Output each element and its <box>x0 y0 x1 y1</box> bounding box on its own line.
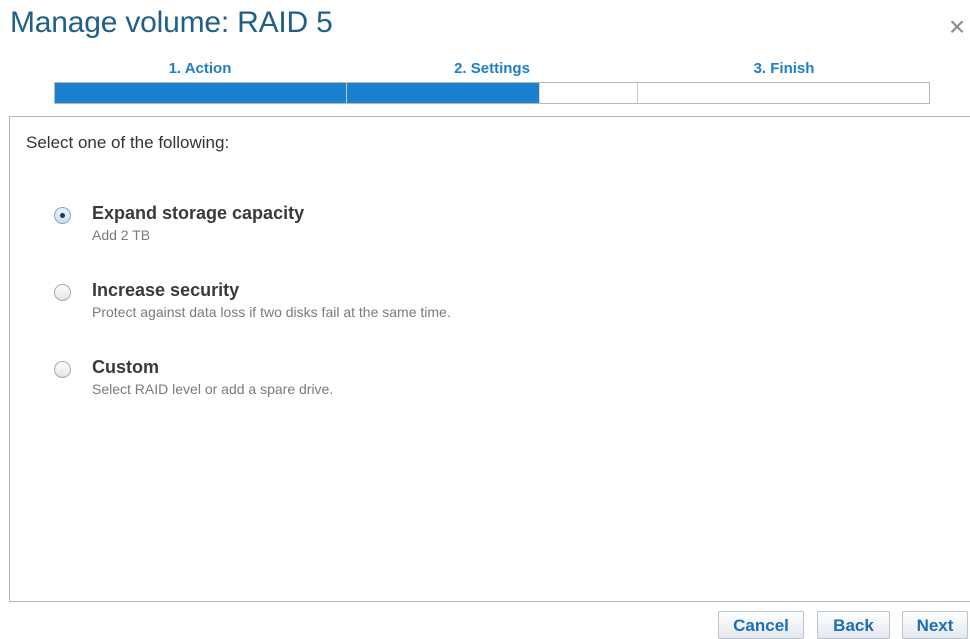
step-segment-settings <box>346 83 639 103</box>
step-label-settings: 2. Settings <box>454 60 530 77</box>
step-labels: 1. Action 2. Settings 3. Finish <box>54 60 930 82</box>
radio-selected-dot <box>60 213 65 218</box>
cancel-button[interactable]: Cancel <box>718 611 804 639</box>
dialog-title: Manage volume: RAID 5 <box>10 6 333 39</box>
radio-expand-capacity[interactable] <box>54 207 71 224</box>
radio-custom[interactable] <box>54 361 71 378</box>
close-icon[interactable]: × <box>944 13 970 41</box>
step-segment-action <box>55 83 347 103</box>
step-progress-bar <box>54 82 930 104</box>
step-fill-action <box>55 83 346 103</box>
dialog-footer: Cancel Back Next <box>0 611 970 639</box>
back-button[interactable]: Back <box>817 611 890 639</box>
selection-prompt: Select one of the following: <box>26 133 230 152</box>
next-button[interactable]: Next <box>902 611 968 639</box>
option-subtitle: Protect against data loss if two disks f… <box>92 304 451 320</box>
step-label-finish: 3. Finish <box>753 60 815 77</box>
option-title: Expand storage capacity <box>92 203 305 223</box>
manage-volume-dialog: Manage volume: RAID 5 × 1. Action 2. Set… <box>0 0 970 639</box>
wizard-steps: 1. Action 2. Settings 3. Finish <box>54 60 930 104</box>
option-title: Custom <box>92 357 159 377</box>
option-title: Increase security <box>92 280 240 300</box>
options-panel: Select one of the following: Expand stor… <box>9 116 970 602</box>
step-remaining-settings <box>538 83 638 103</box>
option-subtitle: Select RAID level or add a spare drive. <box>92 381 334 397</box>
option-subtitle: Add 2 TB <box>92 227 151 243</box>
step-label-action: 1. Action <box>168 60 232 77</box>
radio-increase-security[interactable] <box>54 284 71 301</box>
step-segment-finish <box>638 83 929 103</box>
step-fill-settings <box>346 83 539 103</box>
